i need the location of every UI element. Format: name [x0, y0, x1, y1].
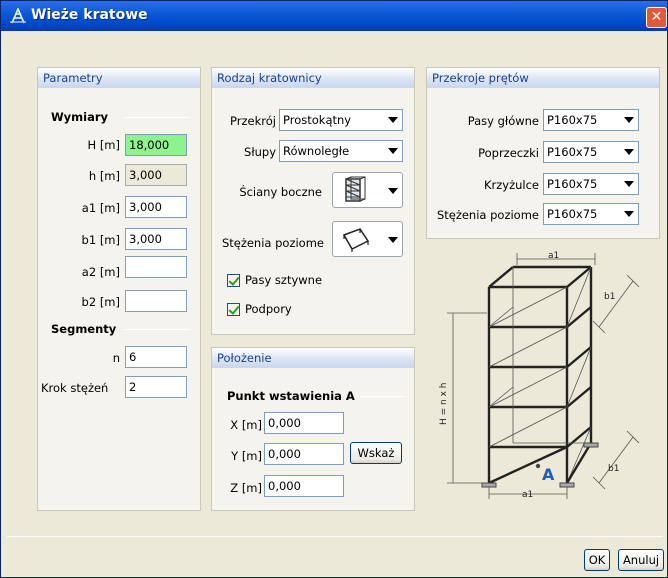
- przekroj-value: Prostokątny: [283, 113, 352, 127]
- chevron-down-icon: [388, 237, 398, 243]
- h-total-field[interactable]: 18,000: [125, 134, 187, 156]
- przekroje-header: Przekroje prętów: [427, 68, 659, 88]
- slupy-label: Słupy: [244, 145, 276, 159]
- przekroj-label: Przekrój: [230, 114, 276, 128]
- chevron-down-icon: [388, 188, 398, 194]
- dialog-window: Wieże kratowe ✕ Parametry Wymiary H [m] …: [0, 0, 668, 578]
- chevron-down-icon: [388, 117, 398, 123]
- segmenty-title: Segmenty: [51, 322, 117, 336]
- krok-field[interactable]: 2: [125, 376, 187, 398]
- h-segment-field: 3,000: [125, 164, 187, 186]
- h-segment-label: h [m]: [88, 169, 120, 183]
- segmenty-separator: [124, 329, 190, 330]
- podpory-label: Podpory: [245, 302, 292, 316]
- rodzaj-panel: Rodzaj kratownicy Przekrój Prostokątny S…: [211, 67, 415, 335]
- chevron-down-icon: [624, 149, 634, 155]
- sciany-select[interactable]: [332, 172, 403, 208]
- point-a-label: A: [542, 465, 555, 484]
- b2-label: b2 [m]: [81, 295, 120, 309]
- pasy-glowne-select[interactable]: P160x75: [543, 109, 639, 131]
- polozenie-header: Położenie: [212, 348, 414, 368]
- n-field[interactable]: 6: [125, 346, 187, 368]
- b1-label: b1 [m]: [81, 233, 120, 247]
- z-label: Z [m]: [230, 481, 262, 495]
- window-title: Wieże kratowe: [31, 7, 148, 23]
- chevron-down-icon: [624, 181, 634, 187]
- parametry-header: Parametry: [38, 68, 200, 88]
- a1-top-label: a1: [548, 251, 559, 261]
- height-label: H = n x h: [439, 383, 449, 426]
- b1-bottom-label: b1: [608, 464, 619, 474]
- stezenia-label: Stężenia poziome: [221, 236, 324, 250]
- a1-bottom-label: a1: [522, 490, 533, 500]
- title-bar[interactable]: Wieże kratowe ✕: [1, 1, 667, 31]
- chevron-down-icon: [624, 211, 634, 217]
- ok-button[interactable]: OK: [584, 549, 610, 571]
- krzyzulce-select[interactable]: P160x75: [543, 173, 639, 195]
- chevron-down-icon: [388, 148, 398, 154]
- y-field[interactable]: 0,000: [264, 443, 344, 465]
- przekroje-panel: Przekroje prętów Pasy główne P160x75 Pop…: [426, 67, 660, 239]
- stezenia-poziome-value: P160x75: [547, 207, 598, 221]
- parametry-panel: Parametry Wymiary H [m] 18,000 h [m] 3,0…: [37, 67, 201, 511]
- b1-top-label: b1: [604, 292, 615, 302]
- insertion-point-marker: [535, 463, 541, 469]
- przekroj-select[interactable]: Prostokątny: [279, 109, 403, 131]
- pasy-label: Pasy sztywne: [245, 273, 323, 287]
- poprzeczki-select[interactable]: P160x75: [543, 141, 639, 163]
- b2-field[interactable]: [125, 290, 187, 312]
- krok-label: Krok stężeń: [41, 381, 109, 395]
- tower-bracing: [488, 266, 592, 484]
- tower-frame: [487, 265, 593, 483]
- close-icon: ✕: [650, 9, 663, 25]
- podpory-checkbox[interactable]: [227, 303, 240, 316]
- cancel-button[interactable]: Anuluj: [618, 549, 664, 571]
- stezenia-poziome-select[interactable]: P160x75: [543, 203, 639, 225]
- bottom-separator: [7, 536, 663, 537]
- a2-label: a2 [m]: [81, 265, 120, 279]
- a2-field[interactable]: [125, 256, 187, 278]
- chevron-down-icon: [624, 117, 634, 123]
- horizontal-bracing-icon: [342, 228, 370, 252]
- poprzeczki-value: P160x75: [547, 145, 598, 159]
- wskaz-button[interactable]: Wskaż: [350, 442, 402, 464]
- pasy-glowne-label: Pasy główne: [467, 114, 539, 128]
- krzyzulce-value: P160x75: [547, 177, 598, 191]
- slupy-select[interactable]: Równoległe: [279, 140, 403, 162]
- x-label: X [m]: [230, 418, 262, 432]
- braced-frame-icon: [345, 176, 366, 202]
- support-icons: [481, 442, 599, 488]
- tower-diagram: a1 a1 b1 b1 H = n x h A: [439, 251, 640, 500]
- polozenie-panel: Położenie Punkt wstawienia A X [m] 0,000…: [211, 347, 415, 511]
- punkt-separator: [360, 396, 404, 397]
- h-total-label: H [m]: [87, 138, 120, 152]
- pasy-glowne-value: P160x75: [547, 113, 598, 127]
- stezenia-poziome-label: Stężenia poziome: [436, 208, 539, 222]
- z-field[interactable]: 0,000: [264, 475, 344, 497]
- b1-field[interactable]: 3,000: [125, 228, 187, 250]
- slupy-value: Równoległe: [283, 144, 350, 158]
- x-field[interactable]: 0,000: [264, 412, 344, 434]
- tower-app-icon: [10, 8, 26, 24]
- sciany-label: Ściany boczne: [239, 185, 322, 199]
- n-label: n: [112, 351, 120, 365]
- y-label: Y [m]: [231, 449, 262, 463]
- dimension-lines: [447, 253, 640, 499]
- close-button[interactable]: ✕: [646, 7, 667, 28]
- a1-field[interactable]: 3,000: [125, 196, 187, 218]
- krzyzulce-label: Krzyżulce: [483, 178, 539, 192]
- a1-label: a1 [m]: [81, 201, 120, 215]
- stezenia-select[interactable]: [332, 221, 403, 257]
- rodzaj-header: Rodzaj kratownicy: [212, 68, 414, 88]
- punkt-title: Punkt wstawienia A: [227, 389, 355, 403]
- pasy-checkbox[interactable]: [227, 274, 240, 287]
- wymiary-separator: [124, 117, 190, 118]
- wymiary-title: Wymiary: [51, 110, 109, 124]
- poprzeczki-label: Poprzeczki: [478, 146, 539, 160]
